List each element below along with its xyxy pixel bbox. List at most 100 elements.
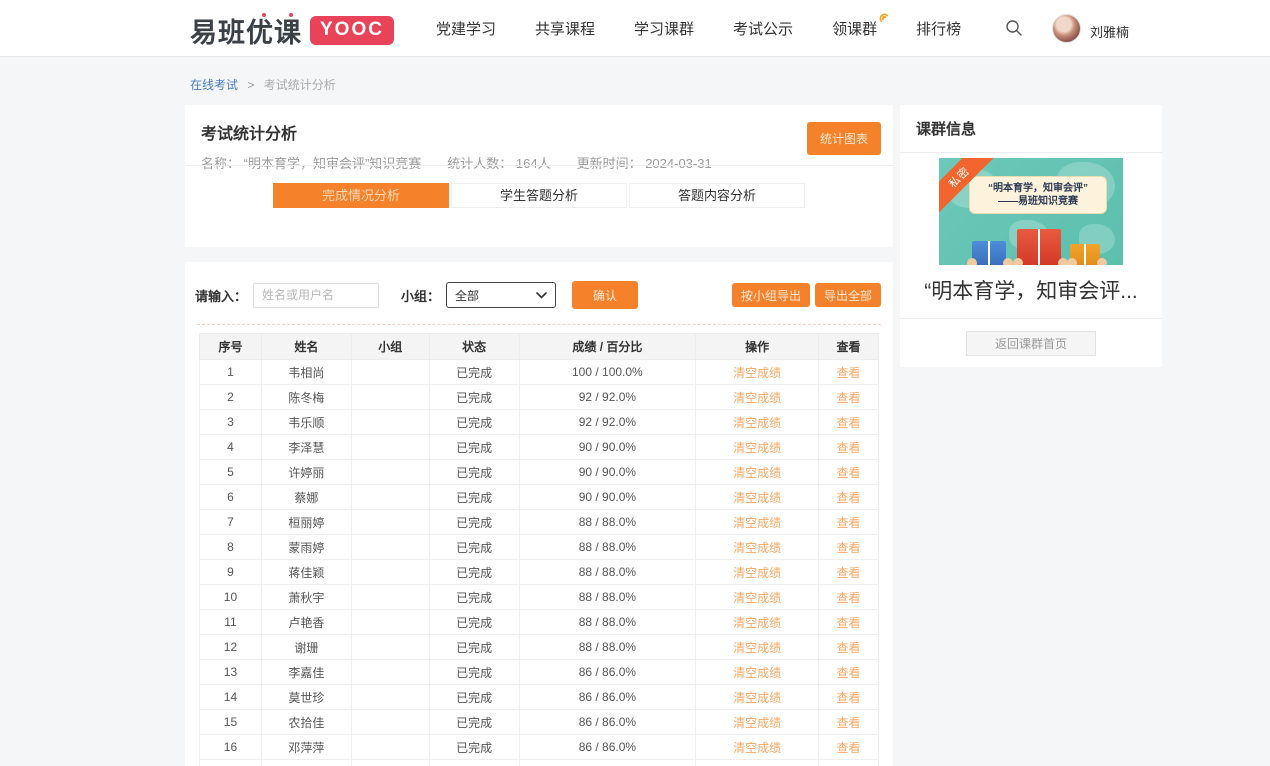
view-link[interactable]: 查看 — [837, 366, 861, 380]
col-header-score: 成绩 / 百分比 — [519, 334, 696, 360]
cell-group — [351, 760, 429, 766]
cell-status: 已完成 — [429, 585, 519, 610]
clear-score-link[interactable]: 清空成绩 — [733, 491, 781, 505]
nav-item-course-groups[interactable]: 学习课群 — [634, 18, 694, 39]
nav-item-shared-courses[interactable]: 共享课程 — [535, 18, 595, 39]
cell-status: 已完成 — [429, 685, 519, 710]
cell-name: 莫世珍 — [261, 685, 351, 710]
cell-name: 李嘉佳 — [261, 660, 351, 685]
cell-name: 蔡娜 — [261, 485, 351, 510]
stats-chart-button[interactable]: 统计图表 — [807, 122, 881, 155]
table-row: 5 许婷丽 已完成 90 / 90.0% 清空成绩 查看 — [200, 460, 879, 485]
cell-score: 100 / 100.0% — [519, 360, 696, 385]
cell-group — [351, 685, 429, 710]
cell-status: 已完成 — [429, 385, 519, 410]
clear-score-link[interactable]: 清空成绩 — [733, 616, 781, 630]
cover-title-line1: “明本育学，知审会评” — [974, 182, 1102, 195]
tab-completion-analysis[interactable]: 完成情况分析 — [273, 183, 449, 208]
exam-participant-count: 统计人数： 164人 — [447, 153, 550, 172]
view-link[interactable]: 查看 — [837, 516, 861, 530]
cell-index: 12 — [200, 635, 262, 660]
cell-index: 8 — [200, 535, 262, 560]
view-link[interactable]: 查看 — [837, 466, 861, 480]
clear-score-link[interactable]: 清空成绩 — [733, 566, 781, 580]
view-link[interactable]: 查看 — [837, 416, 861, 430]
back-to-course-group-button[interactable]: 返回课群首页 — [966, 331, 1096, 356]
confirm-button[interactable]: 确认 — [572, 281, 638, 309]
breadcrumb-current: 考试统计分析 — [264, 78, 336, 92]
cell-score: 92 / 92.0% — [519, 410, 696, 435]
clear-score-link[interactable]: 清空成绩 — [733, 416, 781, 430]
cell-name: 邓萍萍 — [261, 735, 351, 760]
blue-book — [972, 241, 1006, 265]
table-row: 3 韦乐顺 已完成 92 / 92.0% 清空成绩 查看 — [200, 410, 879, 435]
cover-speech-bubble: “明本育学，知审会评” ——易班知识竞赛 — [969, 176, 1107, 214]
yooc-logo[interactable]: 易班优课 YOOC — [190, 11, 394, 50]
cell-status: 已完成 — [429, 710, 519, 735]
nav-item-get-course-group[interactable]: 领课群 — [832, 18, 877, 39]
group-select[interactable]: 全部 — [446, 282, 556, 308]
exam-name: 名称： “明本育学，知审会评”知识竞赛 — [201, 153, 421, 172]
clear-score-link[interactable]: 清空成绩 — [733, 741, 781, 755]
tab-answer-content-analysis[interactable]: 答题内容分析 — [629, 183, 805, 208]
username[interactable]: 刘雅楠 — [1090, 22, 1129, 41]
clear-score-link[interactable]: 清空成绩 — [733, 366, 781, 380]
cell-index: 16 — [200, 735, 262, 760]
clear-score-link[interactable]: 清空成绩 — [733, 466, 781, 480]
breadcrumb-link-online-exam[interactable]: 在线考试 — [190, 78, 238, 92]
view-link[interactable]: 查看 — [837, 491, 861, 505]
nav-item-leaderboard[interactable]: 排行榜 — [916, 18, 961, 39]
red-book — [1017, 229, 1061, 265]
table-row: 17 胡蓉 已完成 86 / 86.0% 清空成绩 查看 — [200, 760, 879, 766]
clear-score-link[interactable]: 清空成绩 — [733, 441, 781, 455]
course-group-info-card: 课群信息 “明本育学，知审会评” ——易班知识竞赛 私密 “明本育学，知审会评.… — [900, 105, 1162, 367]
export-by-group-button[interactable]: 按小组导出 — [732, 283, 810, 307]
view-link[interactable]: 查看 — [837, 391, 861, 405]
table-row: 13 李嘉佳 已完成 86 / 86.0% 清空成绩 查看 — [200, 660, 879, 685]
cell-score: 86 / 86.0% — [519, 710, 696, 735]
view-link[interactable]: 查看 — [837, 566, 861, 580]
clear-score-link[interactable]: 清空成绩 — [733, 391, 781, 405]
clear-score-link[interactable]: 清空成绩 — [733, 691, 781, 705]
course-cover-image[interactable]: “明本育学，知审会评” ——易班知识竞赛 私密 — [939, 158, 1123, 265]
col-header-status: 状态 — [429, 334, 519, 360]
clear-score-link[interactable]: 清空成绩 — [733, 666, 781, 680]
clear-score-link[interactable]: 清空成绩 — [733, 591, 781, 605]
view-link[interactable]: 查看 — [837, 641, 861, 655]
search-icon[interactable] — [1004, 18, 1024, 38]
view-link[interactable]: 查看 — [837, 716, 861, 730]
results-table-body: 1 韦相尚 已完成 100 / 100.0% 清空成绩 查看 2 陈冬梅 已完成… — [200, 360, 879, 766]
view-link[interactable]: 查看 — [837, 691, 861, 705]
results-card: 请输入： 小组： 全部 确认 按小组导出 导出全部 序号 姓名 小组 状态 成绩… — [185, 262, 893, 766]
cell-index: 2 — [200, 385, 262, 410]
tab-student-answer-analysis[interactable]: 学生答题分析 — [451, 183, 627, 208]
user-avatar[interactable] — [1052, 14, 1081, 43]
nav-item-exam-notice[interactable]: 考试公示 — [733, 18, 793, 39]
cell-score: 86 / 86.0% — [519, 685, 696, 710]
cell-index: 11 — [200, 610, 262, 635]
col-header-group: 小组 — [351, 334, 429, 360]
name-search-input[interactable] — [253, 283, 379, 308]
logo-badge: YOOC — [310, 16, 394, 45]
cell-status: 已完成 — [429, 535, 519, 560]
clear-score-link[interactable]: 清空成绩 — [733, 516, 781, 530]
clear-score-link[interactable]: 清空成绩 — [733, 641, 781, 655]
view-link[interactable]: 查看 — [837, 616, 861, 630]
cell-index: 13 — [200, 660, 262, 685]
clear-score-link[interactable]: 清空成绩 — [733, 716, 781, 730]
divider — [185, 165, 893, 166]
view-link[interactable]: 查看 — [837, 666, 861, 680]
nav-item-party-learning[interactable]: 党建学习 — [436, 18, 496, 39]
view-link[interactable]: 查看 — [837, 441, 861, 455]
export-all-button[interactable]: 导出全部 — [815, 283, 881, 307]
clear-score-link[interactable]: 清空成绩 — [733, 541, 781, 555]
cell-group — [351, 610, 429, 635]
col-header-name: 姓名 — [261, 334, 351, 360]
view-link[interactable]: 查看 — [837, 741, 861, 755]
cell-status: 已完成 — [429, 760, 519, 766]
table-row: 6 蔡娜 已完成 90 / 90.0% 清空成绩 查看 — [200, 485, 879, 510]
cell-score: 90 / 90.0% — [519, 485, 696, 510]
group-select-value: 全部 — [455, 287, 479, 304]
view-link[interactable]: 查看 — [837, 541, 861, 555]
view-link[interactable]: 查看 — [837, 591, 861, 605]
